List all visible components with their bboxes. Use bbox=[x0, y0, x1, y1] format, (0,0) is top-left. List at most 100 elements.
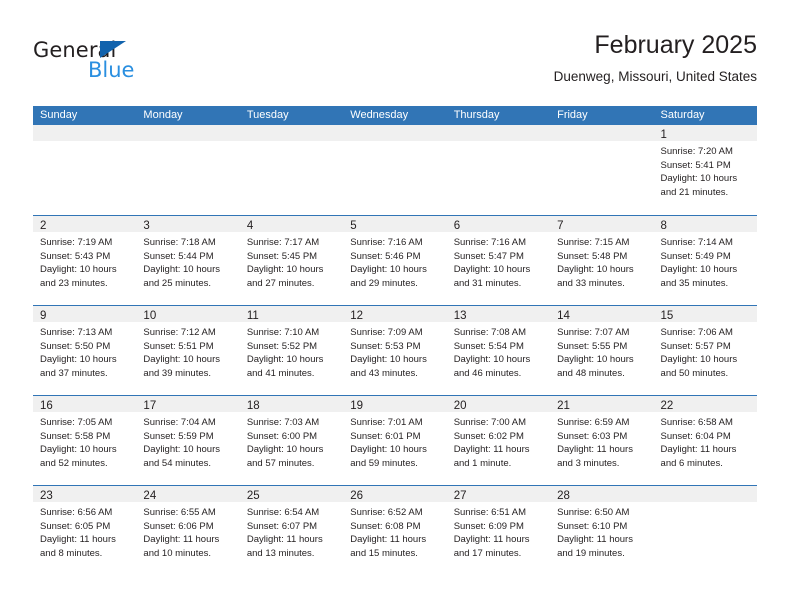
sunrise-time: Sunrise: 7:04 AM bbox=[143, 417, 216, 428]
daylight-duration-line1: Daylight: 10 hours bbox=[40, 264, 117, 275]
daylight-duration-line1: Daylight: 10 hours bbox=[40, 444, 117, 455]
calendar-day-cell[interactable]: 17 Sunrise: 7:04 AM Sunset: 5:59 PM Dayligh… bbox=[136, 396, 240, 485]
daylight-duration-line2: and 19 minutes. bbox=[557, 547, 625, 559]
day-number: 5 bbox=[350, 220, 357, 232]
day-sun-info: Sunrise: 7:03 AM Sunset: 6:00 PM Daylight:… bbox=[240, 412, 343, 470]
calendar-day-cell[interactable]: 6 Sunrise: 7:16 AM Sunset: 5:47 PM Daylight… bbox=[446, 216, 551, 305]
calendar-day-cell[interactable]: 10 Sunrise: 7:12 AM Sunset: 5:51 PM Dayligh… bbox=[136, 306, 240, 395]
calendar-day-cell[interactable]: 21 Sunrise: 6:59 AM Sunset: 6:03 PM Dayligh… bbox=[550, 396, 654, 485]
day-sun-info: Sunrise: 7:06 AM Sunset: 5:57 PM Daylight:… bbox=[654, 322, 757, 380]
calendar-day-cell[interactable]: 11 Sunrise: 7:10 AM Sunset: 5:52 PM Dayligh… bbox=[239, 306, 344, 395]
daylight-duration-line1: Daylight: 10 hours bbox=[143, 264, 220, 275]
day-number-band: 3 bbox=[136, 216, 240, 232]
daylight-duration-line2: and 15 minutes. bbox=[350, 547, 418, 559]
calendar-day-cell[interactable]: 8 Sunrise: 7:14 AM Sunset: 5:49 PM Daylight… bbox=[653, 216, 757, 305]
sunset-time: Sunset: 6:09 PM bbox=[453, 520, 524, 532]
calendar-day-cell[interactable]: 24 Sunrise: 6:55 AM Sunset: 6:06 PM Dayligh… bbox=[136, 486, 240, 575]
day-number-band: 2 bbox=[33, 216, 137, 232]
sunrise-time: Sunrise: 6:58 AM bbox=[660, 417, 733, 428]
day-sun-info: Sunrise: 6:50 AM Sunset: 6:10 PM Daylight:… bbox=[550, 502, 653, 560]
day-number: 26 bbox=[350, 490, 364, 502]
calendar-day-cell[interactable]: 19 Sunrise: 7:01 AM Sunset: 6:01 PM Dayligh… bbox=[343, 396, 447, 485]
day-number: 17 bbox=[143, 400, 157, 412]
calendar-day-cell[interactable]: 7 Sunrise: 7:15 AM Sunset: 5:48 PM Daylight… bbox=[550, 216, 654, 305]
general-blue-logo[interactable]: General Blue bbox=[33, 38, 233, 94]
calendar-day-cell[interactable]: 16 Sunrise: 7:05 AM Sunset: 5:58 PM Dayligh… bbox=[33, 396, 137, 485]
day-number-band: 25 bbox=[239, 486, 344, 502]
day-sun-info: Sunrise: 7:09 AM Sunset: 5:53 PM Daylight:… bbox=[343, 322, 446, 380]
calendar-day-cell[interactable]: 27 Sunrise: 6:51 AM Sunset: 6:09 PM Dayligh… bbox=[446, 486, 551, 575]
sunset-time: Sunset: 5:41 PM bbox=[660, 159, 731, 171]
calendar-day-cell[interactable]: 13 Sunrise: 7:08 AM Sunset: 5:54 PM Dayligh… bbox=[446, 306, 551, 395]
daylight-duration-line2: and 1 minute. bbox=[453, 457, 512, 469]
day-number: 1 bbox=[660, 129, 667, 141]
sunrise-time: Sunrise: 6:50 AM bbox=[557, 507, 630, 518]
daylight-duration-line2: and 37 minutes. bbox=[40, 367, 108, 379]
sunset-time: Sunset: 5:45 PM bbox=[246, 250, 318, 262]
sunrise-time: Sunrise: 7:07 AM bbox=[557, 327, 630, 338]
daylight-duration-line1: Daylight: 11 hours bbox=[40, 534, 116, 545]
day-number: 16 bbox=[40, 400, 53, 412]
daylight-duration-line2: and 27 minutes. bbox=[246, 277, 315, 289]
sunrise-time: Sunrise: 7:05 AM bbox=[40, 417, 113, 428]
day-number: 11 bbox=[246, 310, 259, 322]
day-sun-info: Sunrise: 7:15 AM Sunset: 5:48 PM Daylight:… bbox=[550, 232, 653, 290]
weekday-header-wednesday: Wednesday bbox=[350, 109, 409, 121]
day-number: 27 bbox=[453, 490, 467, 502]
day-number-band: 8 bbox=[653, 216, 757, 232]
daylight-duration-line2: and 8 minutes. bbox=[40, 547, 103, 559]
calendar-day-cell[interactable]: 4 Sunrise: 7:17 AM Sunset: 5:45 PM Daylight… bbox=[239, 216, 344, 305]
calendar-week-row: 9 Sunrise: 7:13 AM Sunset: 5:50 PM Daylight… bbox=[33, 305, 757, 395]
day-sun-info: Sunrise: 7:08 AM Sunset: 5:54 PM Daylight:… bbox=[447, 322, 550, 380]
calendar-day-cell[interactable]: 2 Sunrise: 7:19 AM Sunset: 5:43 PM Daylight… bbox=[33, 216, 137, 305]
calendar-week-row: 2 Sunrise: 7:19 AM Sunset: 5:43 PM Daylight… bbox=[33, 215, 757, 305]
sunset-time: Sunset: 5:50 PM bbox=[40, 340, 111, 352]
day-number-band: 13 bbox=[446, 306, 551, 322]
calendar-day-cell[interactable]: 26 Sunrise: 6:52 AM Sunset: 6:08 PM Dayligh… bbox=[343, 486, 447, 575]
calendar-day-cell[interactable]: 18 Sunrise: 7:03 AM Sunset: 6:00 PM Dayligh… bbox=[239, 396, 344, 485]
calendar-grid: Sunday Monday Tuesday Wednesday Thursday… bbox=[33, 106, 757, 575]
sunset-time: Sunset: 5:57 PM bbox=[660, 340, 731, 352]
calendar-day-cell[interactable]: 15 Sunrise: 7:06 AM Sunset: 5:57 PM Dayligh… bbox=[653, 306, 757, 395]
daylight-duration-line1: Daylight: 10 hours bbox=[557, 264, 634, 275]
calendar-day-cell[interactable]: 25 Sunrise: 6:54 AM Sunset: 6:07 PM Dayligh… bbox=[239, 486, 344, 575]
daylight-duration-line1: Daylight: 10 hours bbox=[660, 173, 738, 184]
calendar-day-cell[interactable]: 23 Sunrise: 6:56 AM Sunset: 6:05 PM Dayligh… bbox=[33, 486, 137, 575]
calendar-day-cell[interactable]: 20 Sunrise: 7:00 AM Sunset: 6:02 PM Dayligh… bbox=[446, 396, 551, 485]
day-number: 4 bbox=[246, 220, 254, 232]
calendar-day-cell[interactable]: 1 Sunrise: 7:20 AM Sunset: 5:41 PM Daylight… bbox=[653, 125, 757, 215]
weekday-header-saturday: Saturday bbox=[660, 109, 705, 121]
calendar-day-cell[interactable]: 5 Sunrise: 7:16 AM Sunset: 5:46 PM Daylight… bbox=[343, 216, 447, 305]
sunrise-time: Sunrise: 7:19 AM bbox=[40, 237, 113, 248]
daylight-duration-line1: Daylight: 10 hours bbox=[40, 354, 117, 365]
daylight-duration-line2: and 39 minutes. bbox=[143, 367, 212, 379]
calendar-day-cell[interactable]: 14 Sunrise: 7:07 AM Sunset: 5:55 PM Dayligh… bbox=[550, 306, 654, 395]
day-number: 19 bbox=[350, 400, 364, 412]
logo-triangle-icon bbox=[100, 41, 126, 58]
calendar-day-cell[interactable]: 3 Sunrise: 7:18 AM Sunset: 5:44 PM Daylight… bbox=[136, 216, 240, 305]
sunrise-time: Sunrise: 7:10 AM bbox=[246, 327, 320, 338]
daylight-duration-line1: Daylight: 10 hours bbox=[143, 444, 220, 455]
calendar-day-cell[interactable]: 12 Sunrise: 7:09 AM Sunset: 5:53 PM Dayligh… bbox=[343, 306, 447, 395]
daylight-duration-line1: Daylight: 11 hours bbox=[350, 534, 427, 545]
daylight-duration-line2: and 21 minutes. bbox=[660, 186, 729, 198]
day-sun-info: Sunrise: 6:51 AM Sunset: 6:09 PM Daylight:… bbox=[447, 502, 550, 560]
daylight-duration-line1: Daylight: 10 hours bbox=[557, 354, 634, 365]
day-number-band: 28 bbox=[550, 486, 654, 502]
day-number-band: 10 bbox=[136, 306, 240, 322]
day-number: 25 bbox=[246, 490, 260, 502]
day-number: 28 bbox=[557, 490, 570, 502]
day-number: 10 bbox=[143, 310, 157, 322]
sunrise-time: Sunrise: 7:08 AM bbox=[453, 327, 527, 338]
sunrise-time: Sunrise: 7:03 AM bbox=[246, 417, 320, 428]
sunset-time: Sunset: 5:59 PM bbox=[143, 430, 214, 442]
calendar-day-cell-empty bbox=[239, 125, 344, 215]
sunset-time: Sunset: 5:43 PM bbox=[40, 250, 111, 262]
day-sun-info: Sunrise: 7:07 AM Sunset: 5:55 PM Daylight:… bbox=[550, 322, 653, 380]
calendar-day-cell[interactable]: 28 Sunrise: 6:50 AM Sunset: 6:10 PM Dayligh… bbox=[550, 486, 654, 575]
daylight-duration-line1: Daylight: 11 hours bbox=[660, 444, 737, 455]
sunset-time: Sunset: 5:51 PM bbox=[143, 340, 214, 352]
calendar-day-cell[interactable]: 9 Sunrise: 7:13 AM Sunset: 5:50 PM Daylight… bbox=[33, 306, 137, 395]
calendar-day-cell[interactable]: 22 Sunrise: 6:58 AM Sunset: 6:04 PM Dayligh… bbox=[653, 396, 757, 485]
sunrise-time: Sunrise: 7:14 AM bbox=[660, 237, 733, 248]
